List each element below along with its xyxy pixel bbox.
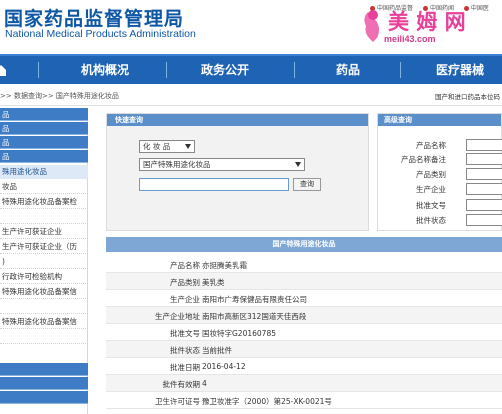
- sidebar-item[interactable]: [0, 377, 88, 390]
- nav-divider: [294, 62, 295, 78]
- result-label: 生产企业: [170, 295, 200, 304]
- sidebar-item[interactable]: [0, 391, 88, 404]
- product-name-input[interactable]: [466, 139, 502, 151]
- result-label: 批件状态: [170, 346, 200, 355]
- quick-query-panel: 快速查询 化 妆 品 国产特殊用途化妆品 查询: [106, 113, 369, 231]
- result-row: 批准日期 2016-04-12: [106, 358, 502, 375]
- field-label-approval-number: 批准文号: [416, 201, 446, 210]
- license-status-input[interactable]: [466, 214, 502, 226]
- sidebar-item[interactable]: 特殊用途化妆品备案信: [0, 285, 88, 299]
- result-value: 亦挺腾美乳霜: [202, 261, 247, 270]
- result-value: 国妆特字G20160785: [202, 329, 276, 338]
- home-icon[interactable]: [0, 64, 6, 76]
- watermark-title: 美 姆 网: [388, 9, 466, 34]
- field-label-product-category: 产品类别: [416, 170, 446, 179]
- result-row: 生产企业 南阳市广寿保健品有限责任公司: [106, 290, 502, 307]
- result-label: 批准文号: [170, 329, 200, 338]
- result-value: 豫卫妆准字（2000）第25-XK-0021号: [202, 397, 332, 406]
- result-label: 批准日期: [170, 363, 200, 372]
- sidebar-item[interactable]: [0, 363, 88, 376]
- result-value: 当前批件: [202, 346, 232, 355]
- nav-item-drugs[interactable]: 药品: [318, 56, 378, 84]
- field-label-product-remark: 产品名称备注: [401, 155, 446, 164]
- nav-item-devices[interactable]: 医疗器械: [418, 56, 502, 84]
- sidebar-item[interactable]: 行政许可检验机构: [0, 270, 88, 284]
- sidebar-item[interactable]: ): [0, 255, 88, 269]
- breadcrumb-right-link[interactable]: 国产和进口药品本位码: [435, 91, 500, 101]
- result-label: 产品类别: [170, 278, 200, 287]
- nav-item-about[interactable]: 机构概况: [62, 56, 148, 84]
- result-label: 批件有效期: [162, 380, 201, 389]
- watermark-url: meili43.com: [384, 34, 436, 44]
- sidebar-item[interactable]: 特殊用途化妆品备案检: [0, 195, 88, 209]
- sidebar-item[interactable]: 特殊用途化妆品备案信: [0, 315, 88, 329]
- approval-number-input[interactable]: [466, 199, 502, 211]
- category-select-value: 化 妆 品: [143, 142, 171, 151]
- result-value: 美乳类: [202, 278, 225, 287]
- nav-divider: [400, 62, 401, 78]
- search-input[interactable]: [139, 178, 289, 191]
- sidebar-item[interactable]: 生产许可获证企业: [0, 225, 88, 239]
- nav-divider: [38, 62, 39, 78]
- sidebar-item[interactable]: 品: [0, 108, 88, 121]
- result-row: 批准文号 国妆特字G20160785: [106, 324, 502, 341]
- result-label: 生产企业地址: [155, 312, 200, 321]
- nav-item-public-affairs[interactable]: 政务公开: [182, 56, 268, 84]
- watermark: 美 姆 网 meili43.com: [360, 6, 490, 48]
- site-logo-chinese[interactable]: 国家药品监督管理局: [4, 4, 184, 31]
- quick-query-title: 快速查询: [107, 114, 368, 126]
- sidebar-item[interactable]: 妆品: [0, 180, 88, 194]
- result-row: 生产企业地址 南阳市高新区312国道天佳西段: [106, 307, 502, 324]
- result-row: 批件状态 当前批件: [106, 341, 502, 358]
- result-value: 2016-04-12: [202, 362, 246, 371]
- sidebar-item[interactable]: 生产许可获证企业（历: [0, 240, 88, 254]
- girl-silhouette-icon: [364, 10, 379, 42]
- product-category-input[interactable]: [466, 168, 502, 180]
- advanced-query-title: 高级查询: [378, 114, 501, 126]
- result-value: 南阳市广寿保健品有限责任公司: [202, 295, 307, 304]
- result-value: 南阳市高新区312国道天佳西段: [202, 312, 307, 321]
- sidebar-item-cosmetics-special[interactable]: 殊用途化妆品: [0, 165, 88, 179]
- main-nav: 机构概况 政务公开 药品 医疗器械: [0, 54, 502, 84]
- database-select[interactable]: 国产特殊用途化妆品: [139, 158, 305, 171]
- chevron-down-icon: [295, 162, 301, 167]
- site-logo-english[interactable]: National Medical Products Administration: [5, 28, 196, 40]
- result-title: 国产特殊用途化妆品: [106, 237, 502, 252]
- sidebar: 品 品 品 品 殊用途化妆品 妆品 特殊用途化妆品备案检 生产许可获证企业 生产…: [0, 108, 88, 414]
- result-row: 产品类别 美乳类: [106, 273, 502, 290]
- search-button[interactable]: 查询: [293, 178, 321, 191]
- result-row: 产品名称 亦挺腾美乳霜: [106, 256, 502, 273]
- result-row: 卫生许可证号 豫卫妆准字（2000）第25-XK-0021号: [106, 392, 502, 409]
- result-label: 产品名称: [170, 261, 200, 270]
- result-label: 卫生许可证号: [155, 397, 200, 406]
- field-label-product-name: 产品名称: [416, 141, 446, 150]
- chevron-down-icon: [185, 144, 191, 149]
- result-row: 批件有效期 4: [106, 375, 502, 392]
- field-label-manufacturer: 生产企业: [416, 185, 446, 194]
- sidebar-item[interactable]: [0, 330, 88, 344]
- nav-divider: [166, 62, 167, 78]
- sidebar-item[interactable]: 品: [0, 150, 88, 163]
- site-header: 国家药品监督管理局 National Medical Products Admi…: [0, 0, 502, 54]
- sidebar-item[interactable]: [0, 210, 88, 224]
- category-select[interactable]: 化 妆 品: [139, 140, 195, 153]
- sidebar-item[interactable]: 品: [0, 122, 88, 135]
- breadcrumb[interactable]: >> 数据查询>> 国产特殊用途化妆品: [0, 91, 119, 101]
- product-remark-input[interactable]: [466, 153, 502, 165]
- manufacturer-input[interactable]: [466, 183, 502, 195]
- database-select-value: 国产特殊用途化妆品: [143, 160, 211, 169]
- field-label-license-status: 批件状态: [416, 216, 446, 225]
- breadcrumb-bar: >> 数据查询>> 国产特殊用途化妆品 国产和进口药品本位码: [0, 84, 502, 106]
- result-value: 4: [202, 379, 207, 388]
- sidebar-item[interactable]: [0, 300, 88, 314]
- advanced-query-panel: 高级查询 产品名称 产品名称备注 产品类别 生产企业 批准文号 批件状态: [377, 113, 502, 231]
- sidebar-item[interactable]: 品: [0, 136, 88, 149]
